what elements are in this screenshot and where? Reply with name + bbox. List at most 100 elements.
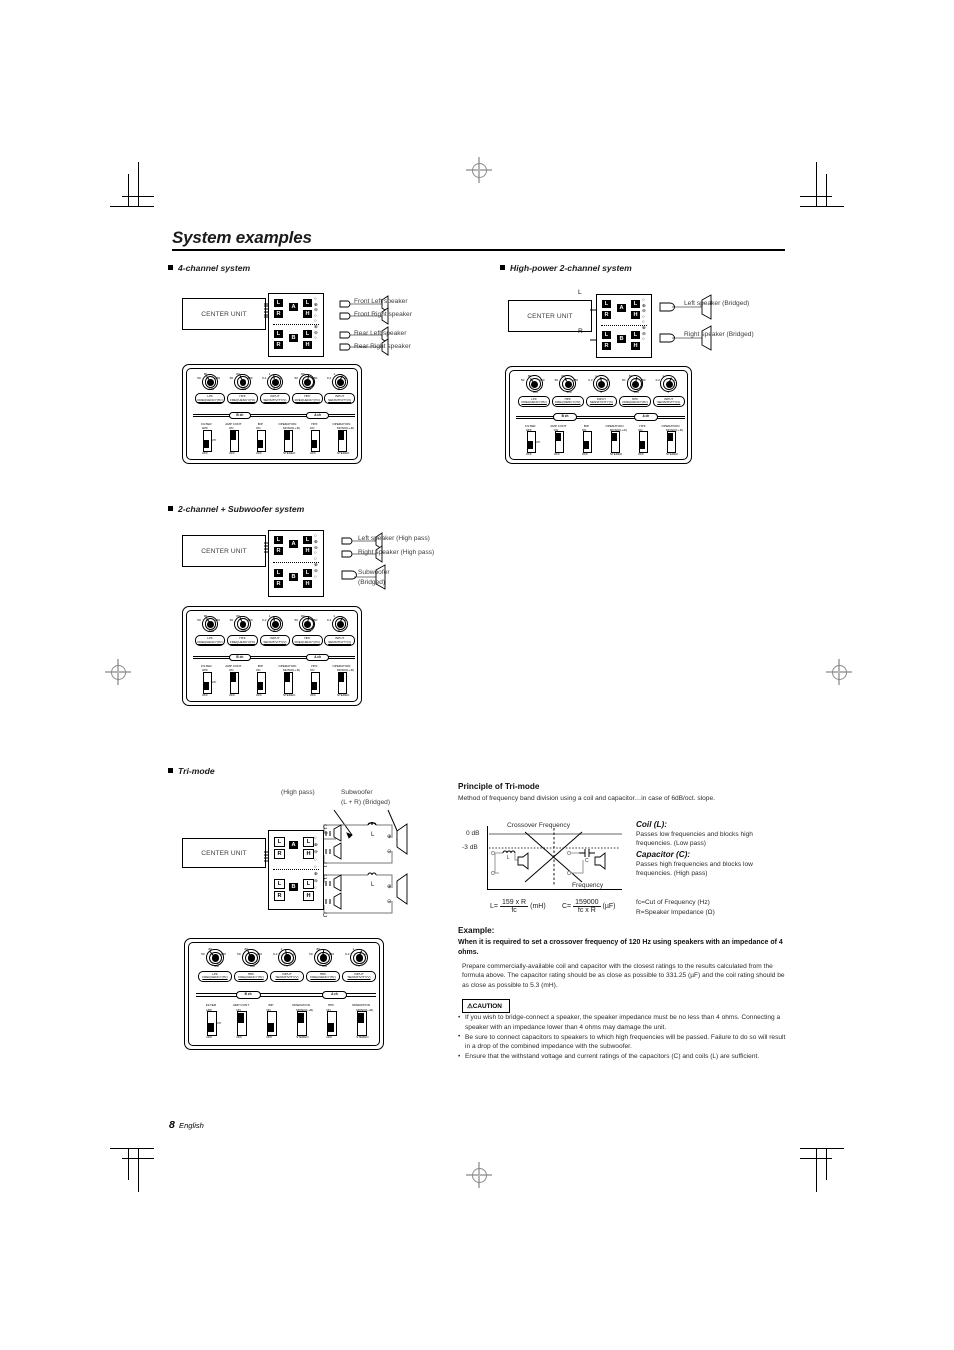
formula-L-numerator: 159 x R	[501, 899, 527, 906]
amp-control-panel-4ch[interactable]: 50 80 150 400 LPF FREQUENCY(Hz) 50 80 150 400 HPF F…	[182, 364, 362, 464]
amp-control-panel-highpower[interactable]: 50 80 150 400 LPF FREQUENCY(Hz) 50 80 150 400 HPF F…	[505, 366, 692, 464]
center-unit-label: CENTER UNIT	[527, 312, 573, 320]
center-unit-trimode: CENTER UNIT	[182, 838, 266, 868]
knob-caption: INPUT SENSITIVITY(V)	[324, 635, 355, 647]
knob-scale-value: 4	[364, 951, 367, 956]
switch-title: HPF	[327, 1003, 335, 1007]
knob-scale-value: 50	[294, 376, 298, 381]
knob-caption: HPF FREQUENCY(Hz)	[227, 393, 258, 405]
knob-caption: LPF FREQUENCY(Hz)	[194, 393, 226, 405]
switch-lever[interactable]	[284, 431, 290, 440]
switch-lever[interactable]	[338, 431, 344, 440]
channel-bar	[196, 995, 376, 997]
knob-caption-line2: SENSITIVITY(V)	[275, 975, 299, 980]
switch-lever[interactable]	[338, 673, 344, 682]
switch-lever[interactable]	[583, 441, 589, 450]
switch-lever[interactable]	[311, 439, 317, 449]
switch-label-bottom: STEREO	[666, 451, 679, 456]
page-title: System examples	[172, 228, 312, 247]
knob-pointer	[600, 377, 602, 382]
switch-label-top: HPF	[201, 668, 208, 673]
trimode-polarity-minus-1: ⊖	[387, 849, 392, 855]
switch-label-top: MONO(L+R)	[336, 426, 354, 431]
terminal-block-2ch-sub: L A L R H L B L R H ○ ⊕ ⊖ ○ ○ ⊕ ⊖ ○	[268, 530, 324, 597]
switch-lever[interactable]	[555, 432, 561, 442]
registration-mark-bottom	[466, 1162, 492, 1188]
input-label-L: L	[578, 289, 582, 296]
switch-lever[interactable]	[203, 681, 209, 691]
caution-list: If you wish to bridge-connect a speaker,…	[458, 1012, 790, 1062]
switch-lever[interactable]	[257, 439, 263, 449]
switch-lever[interactable]	[311, 681, 317, 691]
knob-caption-line2: FREQUENCY(Hz)	[310, 975, 336, 980]
knob-caption: INPUT SENSITIVITY(V)	[259, 393, 291, 405]
switch-title: FILTER	[205, 1003, 217, 1007]
knob-scale-value: 400	[208, 387, 214, 392]
channel-pill-1: B ch	[235, 991, 261, 1000]
terminal-R-B: R	[274, 341, 283, 349]
terminal-L-B: L	[274, 569, 283, 577]
switch-lever[interactable]	[298, 1013, 304, 1023]
switch-lever[interactable]	[238, 1013, 244, 1023]
channel-pill-2: A ch	[306, 653, 329, 662]
switch-lever[interactable]	[257, 681, 263, 691]
knob-scale-value: 50	[229, 618, 234, 623]
switch-lever[interactable]	[230, 431, 236, 440]
terminal-L-A: L	[602, 300, 611, 308]
polarity-marks-trimode: ○ ⊕ ⊖ ○ ○ ⊕ ⊖ ○	[314, 835, 318, 891]
knob-hub	[272, 620, 279, 628]
switch-lever[interactable]	[208, 1022, 214, 1032]
switch-label-mid: LPF	[215, 1020, 222, 1025]
switch-lever[interactable]	[639, 441, 646, 450]
switch-lever[interactable]	[527, 441, 533, 450]
terminal-R-A: R	[274, 849, 285, 859]
knob-scale-value: 80	[561, 373, 565, 378]
trimode-coil-label-1: L	[371, 832, 375, 838]
caution-item: Ensure that the withstand voltage and cu…	[458, 1052, 790, 1062]
knob-hub	[304, 620, 312, 628]
switch-lever[interactable]	[268, 1022, 274, 1032]
knob-scale-value: 400	[305, 629, 312, 634]
switch-lever[interactable]	[611, 432, 617, 442]
amp-control-panel-2ch-sub[interactable]: 50 80 150 400 LPF FREQUENCY(Hz) 50 80 150 400 HPF F…	[182, 606, 362, 706]
knob-caption-line2: SENSITIVITY(V)	[347, 975, 371, 980]
switch-label-bottom: STEREO	[282, 450, 296, 455]
amp-control-panel-trimode[interactable]: 50 80 150 400 LPF FREQUENCY(Hz) 50 80 150 400 HPF F…	[184, 938, 384, 1050]
graph-label-coil: L	[507, 855, 510, 861]
callout-subwoofer-line1: Subwoofer	[341, 789, 373, 796]
knob-caption-line2: FREQUENCY(Hz)	[555, 400, 581, 405]
switch-label-top: ON	[266, 1007, 271, 1012]
knob-caption: HPF FREQUENCY(Hz)	[292, 393, 323, 405]
knob-scale-value: 400	[241, 629, 247, 634]
section-bullet-icon	[168, 768, 173, 773]
switch-lever[interactable]	[328, 1022, 334, 1032]
knob-scale-value: 4	[279, 376, 282, 381]
switch-lever[interactable]	[668, 432, 674, 442]
knob-caption-line2: SENSITIVITY(V)	[589, 400, 613, 405]
knob-scale-value: 80	[236, 613, 240, 618]
graph-label-frequency: Frequency	[572, 882, 604, 889]
terminal-divider	[273, 562, 319, 563]
switch-lever[interactable]	[358, 1013, 364, 1023]
switch-label-mid: LPF	[210, 680, 217, 685]
switch-lever[interactable]	[284, 673, 290, 682]
knob-scale-value: 400	[566, 389, 572, 394]
formula-L-lhs: L=	[490, 903, 498, 911]
channel-bar	[192, 657, 355, 659]
knob-scale-value: 80	[203, 371, 208, 376]
switch-title: OPERATION	[352, 1003, 370, 1007]
knob-scale-value: 400	[249, 964, 256, 969]
switch-label-bottom: STEREO	[296, 1034, 309, 1039]
switch-lever[interactable]	[230, 673, 236, 682]
knob-caption: INPUT SENSITIVITY(V)	[652, 395, 685, 407]
knob-scale-value: 80	[236, 371, 240, 376]
switch-label-top: ON	[326, 1007, 331, 1012]
knob-scale-value: 80	[527, 373, 532, 378]
terminal-ch-A: A	[289, 540, 298, 548]
knob-caption-line2: FREQUENCY(Hz)	[197, 639, 223, 644]
knob-scale-value: 4	[673, 378, 676, 383]
switch-lever[interactable]	[203, 439, 209, 449]
switch-label-bottom: OFF	[255, 450, 262, 455]
knob-scale-value: 4	[344, 376, 347, 381]
knob-scale-value: 50	[554, 378, 559, 383]
